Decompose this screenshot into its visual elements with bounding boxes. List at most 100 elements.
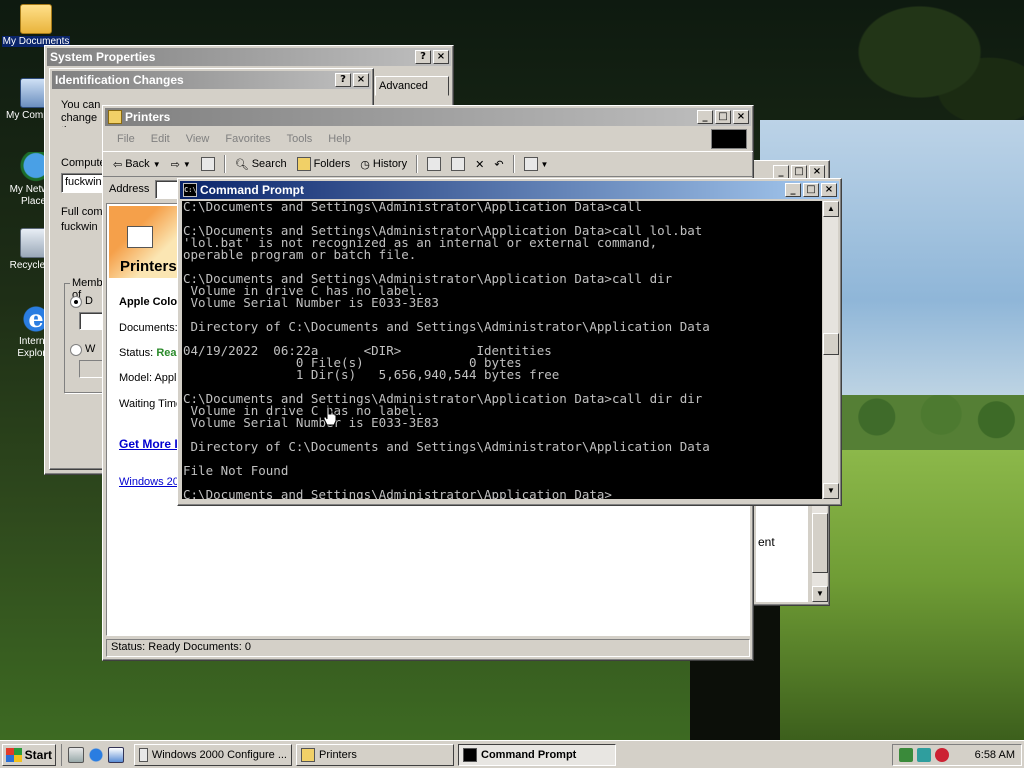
toolbar: ⇦ Back ▼ ⇨ ▼ 🔍︎ Search Folders ◷ History ✕ ↶ …	[103, 151, 753, 177]
scroll-thumb[interactable]	[812, 513, 828, 573]
task-label: Windows 2000 Configure ...	[151, 748, 287, 761]
search-button[interactable]: 🔍︎ Search	[231, 156, 291, 173]
history-icon: ◷	[360, 158, 370, 171]
menu-help[interactable]: Help	[320, 132, 359, 146]
scroll-thumb[interactable]	[823, 333, 839, 355]
views-button[interactable]: ▼	[520, 155, 553, 173]
minimize-button[interactable]: _	[697, 110, 713, 124]
documents-label: Documents:	[119, 322, 178, 334]
network-tray-icon[interactable]	[899, 747, 913, 762]
selected-printer-name: Apple Colo	[119, 296, 178, 308]
menu-view[interactable]: View	[178, 132, 218, 146]
minimize-button[interactable]: _	[785, 183, 801, 197]
dropdown-icon: ▼	[182, 159, 191, 169]
folders-button[interactable]: Folders	[293, 155, 355, 173]
copy-to-icon	[451, 157, 466, 171]
close-button[interactable]: ×	[733, 110, 749, 124]
input-value: fuckwin	[65, 176, 102, 188]
close-button[interactable]: ×	[353, 73, 369, 87]
up-folder-button[interactable]	[197, 155, 219, 173]
waiting-time-label: Waiting Time	[119, 398, 183, 410]
window-icon	[139, 747, 148, 762]
up-folder-icon	[200, 157, 215, 171]
dropdown-icon: ▼	[540, 159, 549, 169]
back-button[interactable]: ⇦ Back ▼	[109, 156, 165, 173]
maximize-button[interactable]: □	[803, 183, 819, 197]
wallpaper-foliage	[850, 0, 1024, 130]
task-command-prompt[interactable]: Command Prompt	[458, 743, 616, 766]
task-label: Printers	[319, 748, 357, 761]
connection-tray-icon[interactable]	[917, 747, 931, 762]
console-output[interactable]: C:\Documents and Settings\Administrator\…	[182, 201, 822, 499]
domain-label: D	[85, 295, 93, 307]
scroll-down-button[interactable]: ▼	[812, 586, 828, 602]
desktop-icon-my-documents[interactable]: My Documents	[0, 4, 72, 48]
status-text: Status: Ready Documents: 0	[111, 641, 252, 653]
copy-to-button[interactable]	[447, 155, 469, 173]
task-printers[interactable]: Printers	[296, 743, 454, 766]
delete-icon: ✕	[475, 158, 485, 171]
show-desktop-icon[interactable]	[68, 746, 84, 763]
scroll-down-button[interactable]: ▼	[823, 483, 839, 499]
start-label: Start	[24, 747, 52, 762]
scroll-up-button[interactable]: ▲	[823, 201, 839, 217]
undo-icon: ↶	[494, 158, 504, 171]
menu-edit[interactable]: Edit	[143, 132, 178, 146]
help-button[interactable]: ?	[335, 73, 351, 87]
quick-launch	[61, 743, 130, 766]
workgroup-radio[interactable]	[70, 344, 82, 356]
outlook-express-icon[interactable]	[108, 746, 124, 763]
maximize-button[interactable]: □	[791, 165, 807, 179]
wallpaper-trees	[840, 395, 1024, 450]
minimize-button[interactable]: _	[773, 165, 789, 179]
printers-banner: Printers	[109, 206, 179, 278]
status-line: Status: Rea	[119, 347, 177, 359]
task-windows-2000-configure[interactable]: Windows 2000 Configure ...	[134, 743, 292, 766]
back-arrow-icon: ⇦	[113, 158, 123, 171]
cmd-icon: C:\	[183, 183, 197, 197]
windows-2000-link[interactable]: Windows 20	[119, 476, 179, 488]
close-button[interactable]: ×	[809, 165, 825, 179]
dialog-title: Identification Changes	[55, 73, 184, 87]
printer-icon	[127, 226, 153, 248]
windows-flag-icon	[6, 747, 22, 762]
status-bar: Status: Ready Documents: 0	[106, 639, 750, 657]
button-label: Folders	[313, 158, 351, 170]
button-label: Search	[251, 158, 287, 170]
dropdown-icon: ▼	[152, 159, 161, 169]
window-title: Command Prompt	[200, 183, 305, 197]
views-icon	[523, 157, 538, 171]
menu-file[interactable]: File	[109, 132, 143, 146]
history-button[interactable]: ◷ History	[356, 156, 411, 173]
window-title: System Properties	[50, 50, 156, 64]
close-button[interactable]: ×	[821, 183, 837, 197]
alert-tray-icon[interactable]	[935, 747, 949, 762]
start-button[interactable]: Start	[2, 743, 56, 766]
folders-icon	[296, 157, 311, 171]
menu-tools[interactable]: Tools	[279, 132, 321, 146]
menu-bar: File Edit View Favorites Tools Help	[103, 126, 753, 151]
ie-icon[interactable]	[88, 746, 104, 763]
tab-advanced[interactable]: Advanced	[375, 76, 449, 96]
status-value: Rea	[156, 347, 177, 359]
forward-button[interactable]: ⇨ ▼	[167, 156, 195, 173]
folder-icon	[301, 747, 315, 762]
maximize-button[interactable]: □	[715, 110, 731, 124]
close-button[interactable]: ×	[433, 50, 449, 64]
panel-heading: Printers	[120, 258, 177, 275]
delete-button[interactable]: ✕	[471, 156, 488, 173]
undo-button[interactable]: ↶	[490, 156, 507, 173]
hand-cursor-icon	[323, 406, 337, 426]
command-prompt-window[interactable]: C:\ Command Prompt _ □ × C:\Documents an…	[177, 178, 842, 506]
menu-favorites[interactable]: Favorites	[217, 132, 278, 146]
move-to-button[interactable]	[423, 155, 445, 173]
help-button[interactable]: ?	[415, 50, 431, 64]
vertical-scrollbar[interactable]: ▲ ▼	[822, 201, 839, 499]
printers-folder-icon	[108, 110, 122, 124]
cmd-icon	[463, 747, 477, 762]
get-more-info-link[interactable]: Get More I	[119, 437, 178, 451]
button-label: Back	[125, 158, 150, 170]
forward-arrow-icon: ⇨	[170, 158, 180, 171]
domain-radio[interactable]	[70, 296, 82, 308]
model-label: Model: Apple	[119, 372, 183, 384]
